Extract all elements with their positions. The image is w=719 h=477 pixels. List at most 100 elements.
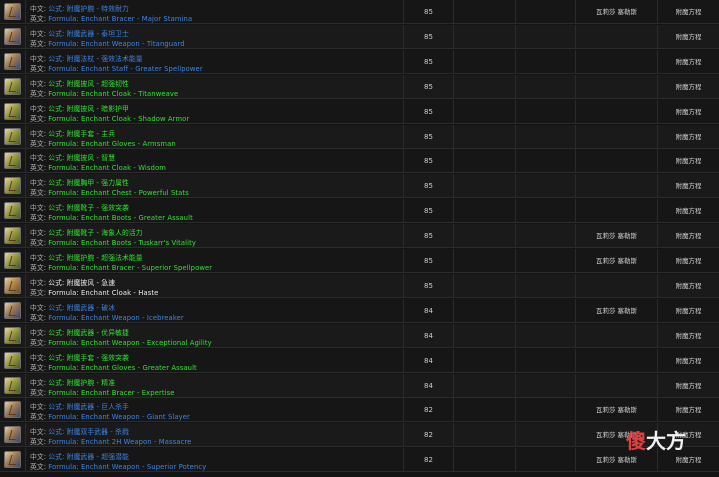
table-row[interactable]: 中文: 公式: 附魔武器 - 优异敏捷 英文: Formula: Enchant We…: [0, 324, 719, 348]
recipe-name-cn-link[interactable]: 公式: 附魔披风 - 超强韧性: [48, 80, 129, 88]
recipe-scroll-icon[interactable]: [4, 78, 21, 95]
recipe-name-en-link[interactable]: Formula: Enchant Weapon - Superior Poten…: [48, 463, 206, 471]
recipe-scroll-icon[interactable]: [4, 128, 21, 145]
recipe-name-cn-link[interactable]: 公式: 附魔法杖 - 强效法术能量: [48, 55, 143, 63]
recipe-scroll-icon[interactable]: [4, 327, 21, 344]
name-cell: 中文: 公式: 附魔披风 - 暗影护甲 英文: Formula: Enchant Cl…: [26, 100, 404, 124]
source-cell[interactable]: [576, 50, 658, 74]
recipe-scroll-icon[interactable]: [4, 202, 21, 219]
recipe-scroll-icon[interactable]: [4, 227, 21, 244]
table-row[interactable]: 中文: 公式: 附魔披风 - 暗影护甲 英文: Formula: Enchant Cl…: [0, 100, 719, 124]
recipe-name-en-link[interactable]: Formula: Enchant Bracer - Major Stamina: [48, 15, 192, 23]
table-row[interactable]: 中文: 公式: 附魔护腕 - 超强法术能量 英文: Formula: Enchant …: [0, 249, 719, 273]
source-cell[interactable]: [576, 75, 658, 99]
source-cell[interactable]: 瓦莉莎 塞勒斯: [576, 299, 658, 323]
recipe-name-cn-link[interactable]: 公式: 附魔武器 - 巨人杀手: [48, 403, 129, 411]
recipe-scroll-icon[interactable]: [4, 352, 21, 369]
recipe-name-cn-link[interactable]: 公式: 附魔护腕 - 特效耐力: [48, 5, 129, 13]
source-cell[interactable]: 瓦莉莎 塞勒斯: [576, 249, 658, 273]
source-cell[interactable]: [576, 125, 658, 149]
table-row[interactable]: 中文: 公式: 附魔手套 - 强效突袭 英文: Formula: Enchant Gl…: [0, 349, 719, 373]
recipe-name-en-link[interactable]: Formula: Enchant Bracer - Superior Spell…: [48, 264, 212, 272]
recipe-name-en-link[interactable]: Formula: Enchant Gloves - Armsman: [48, 140, 176, 148]
table-row[interactable]: 中文: 公式: 附魔护腕 - 特效耐力 英文: Formula: Enchant Br…: [0, 0, 719, 24]
source-cell[interactable]: [576, 374, 658, 398]
icon-cell: [0, 25, 26, 49]
recipe-scroll-icon[interactable]: [4, 302, 21, 319]
recipe-scroll-icon[interactable]: [4, 53, 21, 70]
source-cell[interactable]: 瓦莉莎 塞勒斯: [576, 0, 658, 24]
recipe-name-cn-link[interactable]: 公式: 附魔武器 - 泰坦卫士: [48, 30, 129, 38]
recipe-name-cn-link[interactable]: 公式: 附魔武器 - 优异敏捷: [48, 329, 129, 337]
recipe-scroll-icon[interactable]: [4, 177, 21, 194]
recipe-name-en-link[interactable]: Formula: Enchant 2H Weapon - Massacre: [48, 438, 191, 446]
recipe-name-cn-link[interactable]: 公式: 附魔靴子 - 海象人的活力: [48, 229, 143, 237]
table-row[interactable]: 中文: 公式: 附魔双手武器 - 杀戮 英文: Formula: Enchant 2H…: [0, 423, 719, 447]
recipe-name-cn-link[interactable]: 公式: 附魔手套 - 主兵: [48, 130, 115, 138]
recipe-name-en-link[interactable]: Formula: Enchant Weapon - Titanguard: [48, 40, 184, 48]
table-row[interactable]: 中文: 公式: 附魔武器 - 巨人杀手 英文: Formula: Enchant We…: [0, 398, 719, 422]
table-row[interactable]: 中文: 公式: 附魔靴子 - 强效突袭 英文: Formula: Enchant Bo…: [0, 199, 719, 223]
recipe-name-en-link[interactable]: Formula: Enchant Boots - Tuskarr's Vital…: [48, 239, 196, 247]
recipe-name-cn-link[interactable]: 公式: 附魔胸甲 - 强力属性: [48, 179, 129, 187]
recipe-name-en-link[interactable]: Formula: Enchant Bracer - Expertise: [48, 389, 174, 397]
recipe-name-cn-link[interactable]: 公式: 附魔披风 - 急速: [48, 279, 115, 287]
recipe-scroll-icon[interactable]: [4, 426, 21, 443]
chinese-name-line: 中文: 公式: 附魔靴子 - 强效突袭: [30, 202, 129, 212]
recipe-scroll-icon[interactable]: [4, 451, 21, 468]
source-cell[interactable]: 瓦莉莎 塞勒斯: [576, 398, 658, 422]
recipe-name-en-link[interactable]: Formula: Enchant Weapon - Icebreaker: [48, 314, 184, 322]
source-cell[interactable]: 瓦莉莎 塞勒斯: [576, 224, 658, 248]
recipe-name-cn-link[interactable]: 公式: 附魔手套 - 强效突袭: [48, 354, 129, 362]
source-cell[interactable]: [576, 199, 658, 223]
recipe-name-cn-link[interactable]: 公式: 附魔护腕 - 精准: [48, 379, 115, 387]
table-row[interactable]: 中文: 公式: 附魔法杖 - 强效法术能量 英文: Formula: Enchant …: [0, 50, 719, 74]
source-cell[interactable]: [576, 100, 658, 124]
recipe-name-en-link[interactable]: Formula: Enchant Gloves - Greater Assaul…: [48, 364, 197, 372]
recipe-name-cn-link[interactable]: 公式: 附魔披风 - 智慧: [48, 154, 115, 162]
recipe-name-cn-link[interactable]: 公式: 附魔披风 - 暗影护甲: [48, 105, 129, 113]
recipe-name-cn-link[interactable]: 公式: 附魔靴子 - 强效突袭: [48, 204, 129, 212]
recipe-scroll-icon[interactable]: [4, 28, 21, 45]
recipe-name-en-link[interactable]: Formula: Enchant Chest - Powerful Stats: [48, 189, 189, 197]
recipe-name-en-link[interactable]: Formula: Enchant Staff - Greater Spellpo…: [48, 65, 203, 73]
table-row[interactable]: 中文: 公式: 附魔披风 - 智慧 英文: Formula: Enchant Cloa…: [0, 149, 719, 173]
recipe-scroll-icon[interactable]: [4, 3, 21, 20]
recipe-name-en-link[interactable]: Formula: Enchant Boots - Greater Assault: [48, 214, 193, 222]
recipe-name-en-link[interactable]: Formula: Enchant Cloak - Haste: [48, 289, 158, 297]
name-cell: 中文: 公式: 附魔手套 - 强效突袭 英文: Formula: Enchant Gl…: [26, 349, 404, 373]
recipe-name-en-link[interactable]: Formula: Enchant Cloak - Shadow Armor: [48, 115, 189, 123]
cn-prefix: 中文:: [30, 5, 47, 13]
recipe-name-en-link[interactable]: Formula: Enchant Weapon - Exceptional Ag…: [48, 339, 212, 347]
table-row[interactable]: 中文: 公式: 附魔胸甲 - 强力属性 英文: Formula: Enchant Ch…: [0, 174, 719, 198]
table-row[interactable]: 中文: 公式: 附魔披风 - 急速 英文: Formula: Enchant Cloa…: [0, 274, 719, 298]
recipe-name-en-link[interactable]: Formula: Enchant Cloak - Wisdom: [48, 164, 166, 172]
recipe-scroll-icon[interactable]: [4, 252, 21, 269]
recipe-name-cn-link[interactable]: 公式: 附魔护腕 - 超强法术能量: [48, 254, 143, 262]
recipe-name-cn-link[interactable]: 公式: 附魔武器 - 超强潜能: [48, 453, 129, 461]
icon-cell: [0, 249, 26, 273]
recipe-name-en-link[interactable]: Formula: Enchant Cloak - Titanweave: [48, 90, 178, 98]
recipe-scroll-icon[interactable]: [4, 103, 21, 120]
table-row[interactable]: 中文: 公式: 附魔武器 - 超强潜能 英文: Formula: Enchant We…: [0, 448, 719, 472]
table-row[interactable]: 中文: 公式: 附魔武器 - 破冰 英文: Formula: Enchant Weap…: [0, 299, 719, 323]
table-row[interactable]: 中文: 公式: 附魔靴子 - 海象人的活力 英文: Formula: Enchant …: [0, 224, 719, 248]
table-row[interactable]: 中文: 公式: 附魔武器 - 泰坦卫士 英文: Formula: Enchant We…: [0, 25, 719, 49]
recipe-name-cn-link[interactable]: 公式: 附魔武器 - 破冰: [48, 304, 115, 312]
source-cell[interactable]: [576, 149, 658, 173]
recipe-name-cn-link[interactable]: 公式: 附魔双手武器 - 杀戮: [48, 428, 129, 436]
recipe-scroll-icon[interactable]: [4, 277, 21, 294]
icon-cell: [0, 448, 26, 472]
recipe-scroll-icon[interactable]: [4, 152, 21, 169]
recipe-scroll-icon[interactable]: [4, 377, 21, 394]
recipe-name-en-link[interactable]: Formula: Enchant Weapon - Giant Slayer: [48, 413, 190, 421]
source-cell[interactable]: [576, 349, 658, 373]
table-row[interactable]: 中文: 公式: 附魔手套 - 主兵 英文: Formula: Enchant Glov…: [0, 125, 719, 149]
table-row[interactable]: 中文: 公式: 附魔护腕 - 精准 英文: Formula: Enchant Brac…: [0, 374, 719, 398]
source-cell[interactable]: [576, 274, 658, 298]
source-cell[interactable]: [576, 25, 658, 49]
recipe-scroll-icon[interactable]: [4, 401, 21, 418]
table-row[interactable]: 中文: 公式: 附魔披风 - 超强韧性 英文: Formula: Enchant Cl…: [0, 75, 719, 99]
source-cell[interactable]: [576, 174, 658, 198]
source-cell[interactable]: [576, 324, 658, 348]
